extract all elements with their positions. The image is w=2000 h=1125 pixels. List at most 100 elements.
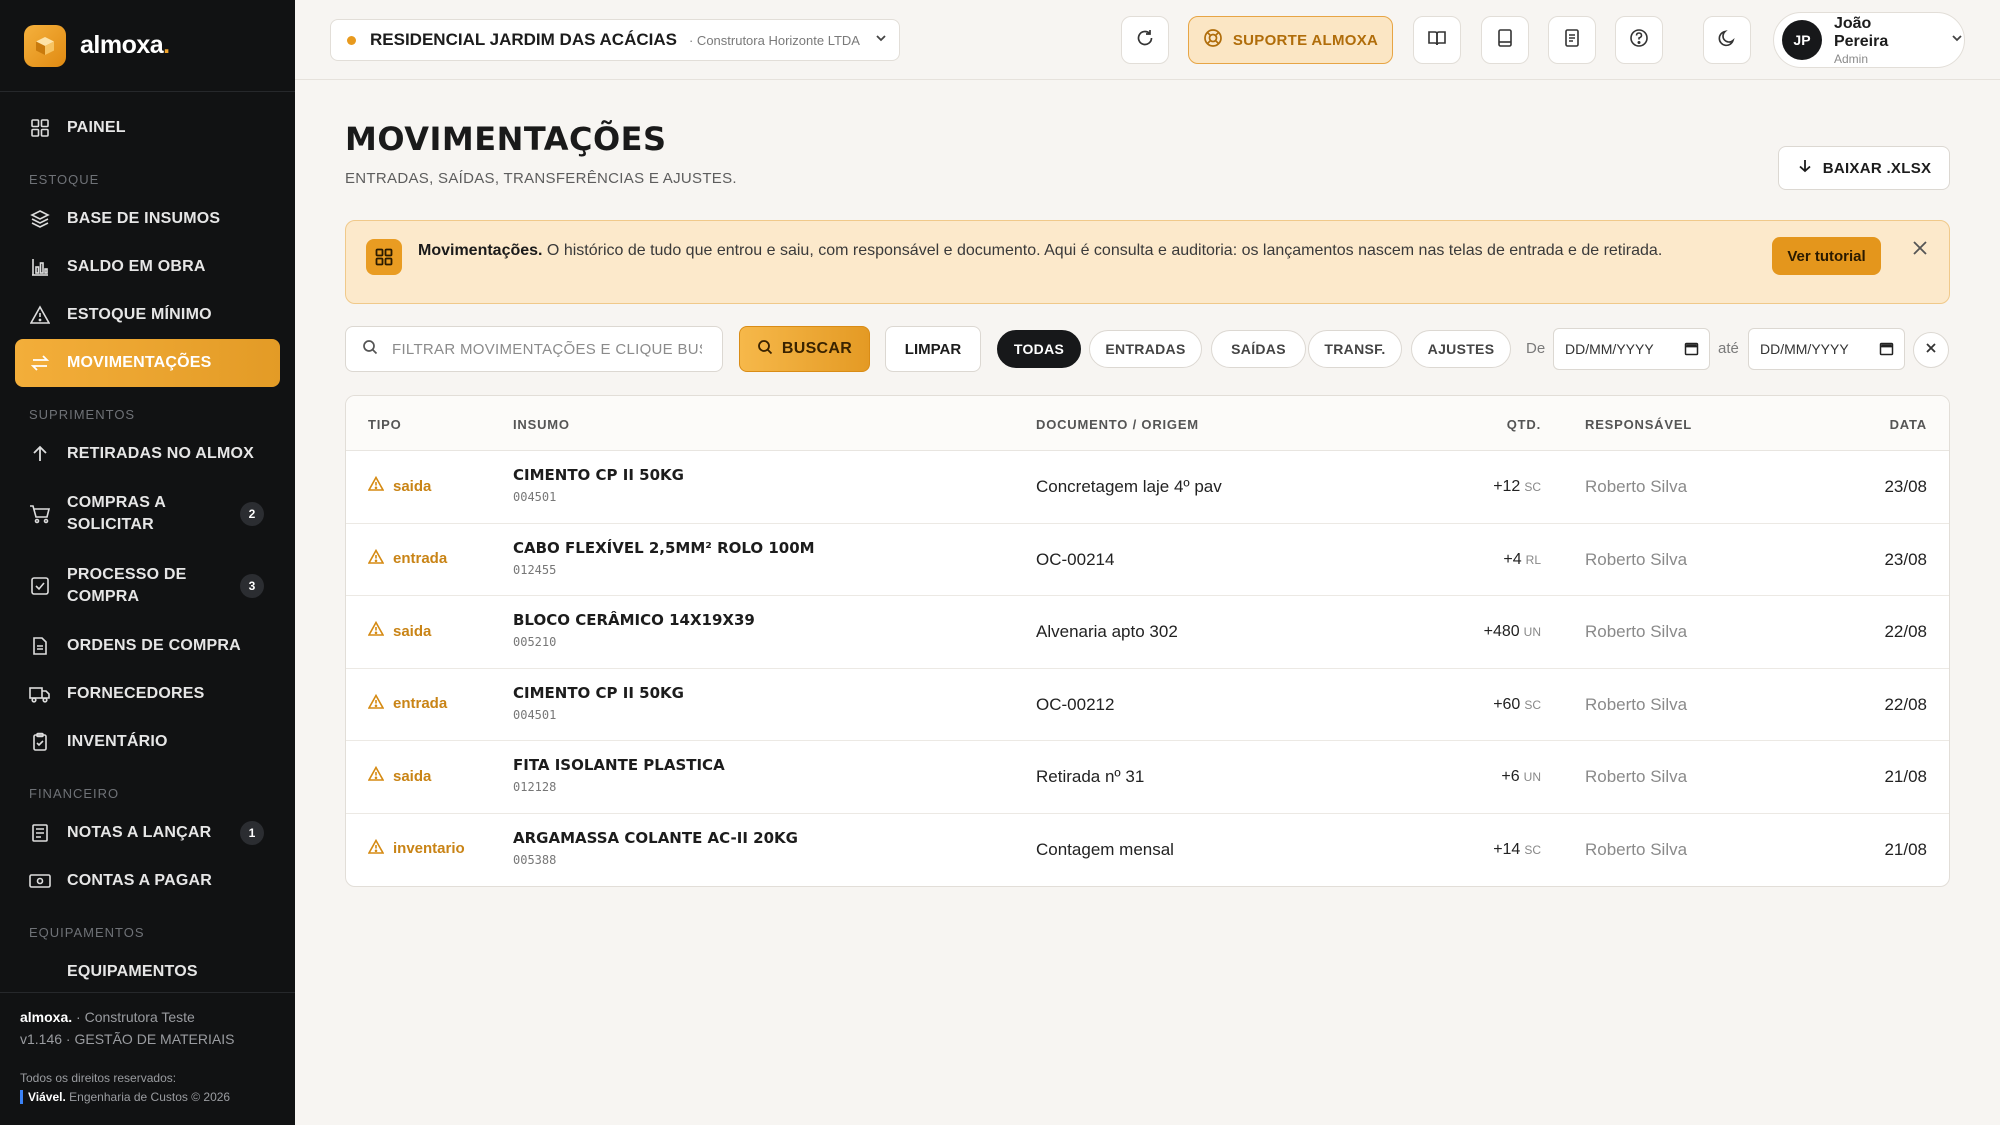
qtd-value: +14 bbox=[1493, 840, 1521, 858]
sidebar-item-fornecedores[interactable]: FORNECEDORES bbox=[15, 670, 280, 718]
table-row[interactable]: inventario ARGAMASSA COLANTE AC-II 20KG … bbox=[346, 814, 1949, 887]
tutorial-button[interactable]: Ver tutorial bbox=[1772, 237, 1881, 275]
sidebar-item-label: RETIRADAS NO ALMOX bbox=[67, 445, 255, 462]
support-label: SUPORTE ALMOXA bbox=[1232, 31, 1379, 49]
cash-icon bbox=[29, 870, 51, 892]
date-from-input[interactable]: DD/MM/YYYY bbox=[1553, 328, 1710, 370]
arrow-up-icon bbox=[29, 443, 51, 465]
search-input[interactable] bbox=[392, 340, 702, 358]
close-icon[interactable] bbox=[1911, 239, 1929, 262]
filter-chip-ajustes[interactable]: AJUSTES bbox=[1411, 330, 1511, 368]
search-icon bbox=[757, 339, 782, 360]
sidebar-item-contas-pagar[interactable]: CONTAS A PAGAR bbox=[15, 857, 280, 905]
table-row[interactable]: saida CIMENTO CP II 50KG 004501 Concreta… bbox=[346, 451, 1949, 524]
search-button[interactable]: BUSCAR bbox=[739, 326, 870, 372]
col-data[interactable]: DATA bbox=[1890, 417, 1927, 432]
row-type: saida bbox=[367, 765, 431, 786]
clear-button[interactable]: LIMPAR bbox=[885, 326, 981, 372]
insumo-code: 004501 bbox=[513, 490, 557, 504]
col-documento[interactable]: DOCUMENTO / ORIGEM bbox=[1036, 417, 1199, 432]
section-financeiro: FINANCEIRO bbox=[29, 786, 120, 801]
sidebar-item-inventario[interactable]: INVENTÁRIO bbox=[15, 718, 280, 766]
sidebar-item-processo-compra[interactable]: PROCESSO DE COMPRA 3 bbox=[15, 550, 280, 622]
receipt-icon bbox=[29, 822, 51, 844]
project-selector[interactable]: RESIDENCIAL JARDIM DAS ACÁCIAS · Constru… bbox=[330, 19, 900, 61]
count-badge: 2 bbox=[240, 502, 264, 526]
refresh-button[interactable] bbox=[1121, 16, 1169, 64]
filter-chip-transf[interactable]: TRANSF. bbox=[1308, 330, 1402, 368]
notes-button[interactable] bbox=[1548, 16, 1596, 64]
sidebar-item-label: ESTOQUE MÍNIMO bbox=[67, 306, 212, 323]
footer-brand: almoxa. · Construtora Teste bbox=[20, 1009, 195, 1025]
clear-dates-button[interactable] bbox=[1913, 332, 1949, 368]
filter-bar: BUSCAR LIMPAR TODAS ENTRADAS SAÍDAS TRAN… bbox=[345, 326, 1950, 372]
sidebar-item-equipamentos[interactable]: EQUIPAMENTOS bbox=[15, 948, 280, 992]
row-insumo: CIMENTO CP II 50KG 004501 bbox=[513, 684, 684, 722]
tool-icon bbox=[29, 961, 51, 983]
download-xlsx-button[interactable]: BAIXAR .XLSX bbox=[1778, 146, 1950, 190]
book-open-button[interactable] bbox=[1413, 16, 1461, 64]
avatar: JP bbox=[1782, 20, 1822, 60]
type-label: entrada bbox=[393, 550, 448, 567]
book-icon bbox=[1495, 28, 1515, 53]
count-badge: 3 bbox=[240, 574, 264, 598]
sidebar-item-estoque-minimo[interactable]: ESTOQUE MÍNIMO bbox=[15, 291, 280, 339]
book-button[interactable] bbox=[1481, 16, 1529, 64]
date-to-input[interactable]: DD/MM/YYYY bbox=[1748, 328, 1905, 370]
row-type: entrada bbox=[367, 693, 447, 714]
search-icon bbox=[362, 339, 378, 360]
sidebar-item-label: BASE DE INSUMOS bbox=[67, 210, 221, 227]
table-row[interactable]: entrada CIMENTO CP II 50KG 004501 OC-002… bbox=[346, 669, 1949, 741]
footer-version: v1.146 · GESTÃO DE MATERIAIS bbox=[20, 1031, 235, 1047]
table-row[interactable]: saida BLOCO CERÂMICO 14X19X39 005210 Alv… bbox=[346, 596, 1949, 669]
filter-chip-saidas[interactable]: SAÍDAS bbox=[1211, 330, 1306, 368]
row-responsavel: Roberto Silva bbox=[1585, 694, 1688, 714]
help-button[interactable] bbox=[1615, 16, 1663, 64]
file-text-icon bbox=[1562, 28, 1582, 53]
filter-chip-todas[interactable]: TODAS bbox=[997, 330, 1081, 368]
row-type: saida bbox=[367, 620, 431, 641]
row-document: Contagem mensal bbox=[1036, 839, 1174, 859]
sidebar-item-notas[interactable]: NOTAS A LANÇAR 1 bbox=[15, 809, 280, 857]
warning-icon bbox=[367, 838, 393, 859]
sidebar-item-movimentacoes[interactable]: MOVIMENTAÇÕES bbox=[15, 339, 280, 387]
support-button[interactable]: SUPORTE ALMOXA bbox=[1188, 16, 1393, 64]
brand[interactable]: almoxa. bbox=[0, 0, 295, 92]
sidebar-item-painel[interactable]: PAINEL bbox=[15, 104, 280, 152]
row-qtd: +4 RL bbox=[1503, 551, 1541, 569]
col-qtd[interactable]: QTD. bbox=[1507, 417, 1541, 432]
row-responsavel: Roberto Silva bbox=[1585, 549, 1688, 569]
sidebar-item-saldo-obra[interactable]: SALDO EM OBRA bbox=[15, 243, 280, 291]
row-responsavel: Roberto Silva bbox=[1585, 839, 1688, 859]
section-suprimentos: SUPRIMENTOS bbox=[29, 407, 136, 422]
sidebar-item-label: NOTAS A LANÇAR bbox=[67, 824, 212, 841]
document-icon bbox=[29, 635, 51, 657]
user-menu[interactable]: JP João Pereira Admin bbox=[1773, 12, 1965, 68]
row-qtd: +60 SC bbox=[1493, 696, 1541, 714]
filter-chip-entradas[interactable]: ENTRADAS bbox=[1089, 330, 1202, 368]
table-header: TIPO INSUMO DOCUMENTO / ORIGEM QTD. RESP… bbox=[346, 396, 1949, 451]
theme-toggle-button[interactable] bbox=[1703, 16, 1751, 64]
download-icon bbox=[1797, 158, 1823, 178]
qtd-value: +480 bbox=[1483, 623, 1520, 640]
qtd-value: +60 bbox=[1493, 695, 1521, 713]
sidebar-item-compras-solicitar[interactable]: COMPRAS A SOLICITAR 2 bbox=[15, 478, 280, 550]
type-label: saida bbox=[393, 477, 432, 495]
table-row[interactable]: saida FITA ISOLANTE PLASTICA 012128 Reti… bbox=[346, 741, 1949, 814]
col-insumo[interactable]: INSUMO bbox=[513, 417, 570, 432]
sidebar-item-base-insumos[interactable]: BASE DE INSUMOS bbox=[15, 195, 280, 243]
qtd-unit: SC bbox=[1524, 480, 1541, 494]
qtd-unit: UN bbox=[1523, 625, 1541, 639]
table-row[interactable]: entrada CABO FLEXÍVEL 2,5MM² ROLO 100M 0… bbox=[346, 524, 1949, 596]
col-responsavel[interactable]: RESPONSÁVEL bbox=[1585, 417, 1692, 432]
search-box[interactable] bbox=[345, 326, 723, 372]
qtd-value: +12 bbox=[1493, 478, 1521, 495]
box-logo-icon bbox=[24, 24, 66, 67]
col-tipo[interactable]: TIPO bbox=[368, 417, 402, 432]
warning-icon bbox=[367, 475, 393, 496]
grid-icon bbox=[366, 239, 402, 275]
project-company: · Construtora Horizonte LTDA bbox=[688, 32, 860, 48]
sidebar-item-retiradas[interactable]: RETIRADAS NO ALMOX bbox=[15, 430, 280, 478]
sidebar-item-ordens-compra[interactable]: ORDENS DE COMPRA bbox=[15, 622, 280, 670]
search-button-label: BUSCAR bbox=[781, 340, 853, 357]
